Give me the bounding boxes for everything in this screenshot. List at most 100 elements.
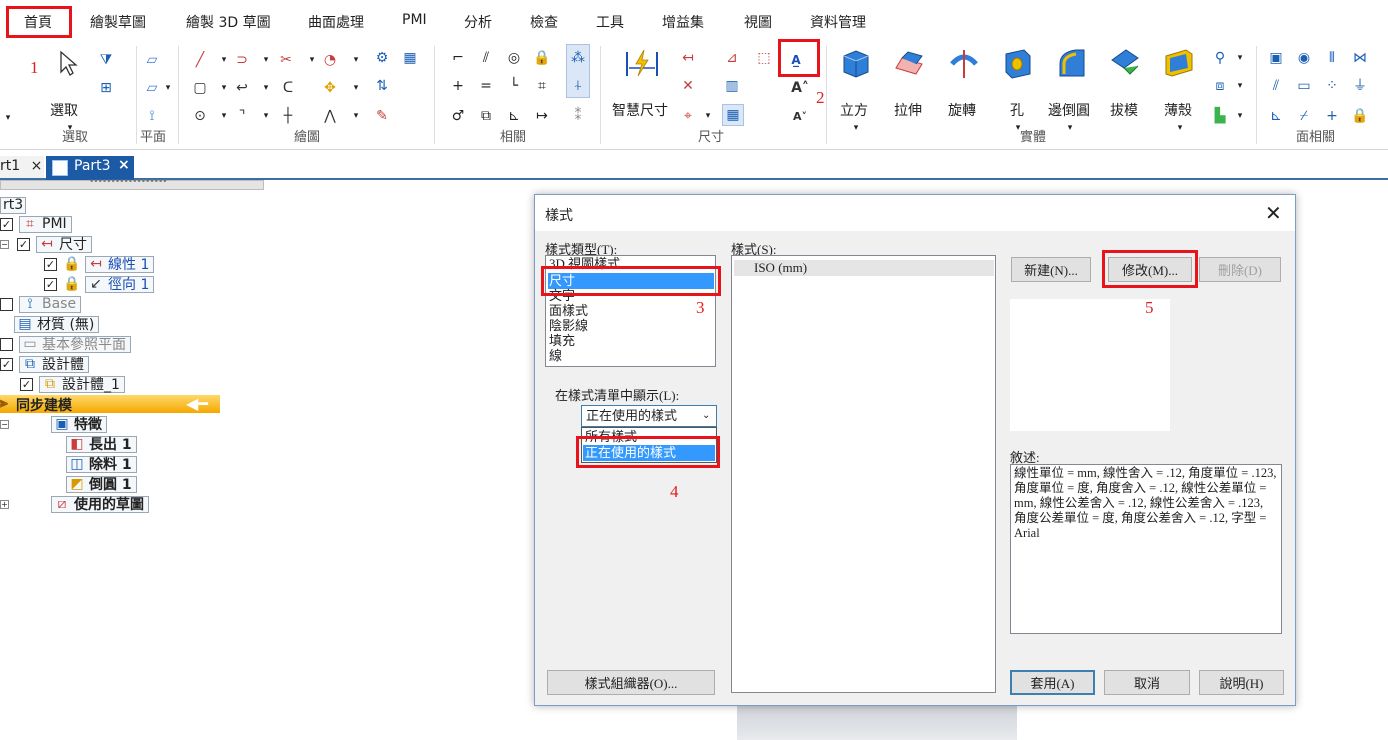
- offset-face-icon[interactable]: ⏚: [1352, 78, 1368, 94]
- style-type-item[interactable]: 3D 視圖樣式: [549, 257, 620, 271]
- coordinate-system-icon[interactable]: ⟟: [144, 108, 160, 124]
- apply-button[interactable]: 套用(A): [1010, 670, 1095, 695]
- lock-icon[interactable]: 🔒: [533, 50, 550, 66]
- cube-icon[interactable]: [838, 46, 872, 80]
- add-relation-icon[interactable]: +: [1324, 108, 1340, 124]
- increase-font-icon[interactable]: A˄: [791, 80, 809, 96]
- round-icon[interactable]: [1054, 46, 1088, 80]
- chevron-down-icon[interactable]: ▾: [160, 80, 176, 96]
- move-icon[interactable]: ✥: [322, 80, 338, 96]
- menu-sketch[interactable]: 繪製草圖: [90, 12, 146, 32]
- project-icon[interactable]: ⚙: [374, 50, 390, 66]
- revolve-icon[interactable]: [946, 46, 980, 80]
- draft-label[interactable]: 拔模: [1110, 100, 1138, 120]
- extrude-icon[interactable]: [892, 46, 926, 80]
- delete-button[interactable]: 刪除(D): [1199, 257, 1281, 282]
- coplanar-icon[interactable]: ▣: [1268, 50, 1284, 66]
- cancel-button[interactable]: 取消: [1104, 670, 1190, 695]
- chevron-down-icon[interactable]: ▾: [0, 110, 16, 126]
- tree-used-sketches[interactable]: + ⧄ 使用的草圖: [0, 495, 149, 513]
- menu-view[interactable]: 視圖: [744, 12, 772, 32]
- tree-base[interactable]: ⟟ Base: [0, 295, 82, 313]
- plane-icon[interactable]: ▱: [144, 52, 160, 68]
- style-type-item[interactable]: 面樣式: [549, 304, 588, 318]
- chevron-down-icon[interactable]: ▾: [258, 80, 274, 96]
- fill-icon[interactable]: ◔: [322, 52, 338, 68]
- checkbox[interactable]: ✓: [44, 257, 57, 271]
- style-type-item[interactable]: 線: [549, 349, 562, 363]
- perpendicular-icon[interactable]: ⌐: [450, 50, 466, 66]
- pointer-icon[interactable]: [58, 50, 78, 76]
- menu-tools[interactable]: 工具: [596, 12, 624, 32]
- style-type-item[interactable]: 陰影線: [549, 319, 588, 333]
- style-organizer-button[interactable]: 樣式組織器(O)...: [547, 670, 715, 695]
- extrude-label[interactable]: 拉伸: [894, 100, 922, 120]
- rigid-set-icon[interactable]: ⌗: [534, 78, 550, 94]
- tangent-icon[interactable]: ♂: [450, 108, 466, 124]
- style-item[interactable]: ISO (mm): [754, 261, 807, 275]
- style-type-item[interactable]: 填充: [549, 334, 575, 348]
- tree-pmi[interactable]: ✓ ⌗ PMI: [0, 215, 72, 233]
- parallel-icon[interactable]: ⫽: [478, 50, 494, 66]
- chevron-down-icon[interactable]: ▾: [258, 52, 274, 68]
- modify-button[interactable]: 修改(M)...: [1108, 257, 1192, 282]
- chevron-down-icon[interactable]: ▾: [258, 108, 274, 124]
- style-type-item-selected[interactable]: 尺寸: [549, 274, 575, 288]
- chevron-down-icon[interactable]: ▾: [304, 52, 320, 68]
- close-icon[interactable]: ✕: [1265, 201, 1282, 225]
- new-button[interactable]: 新建(N)...: [1011, 257, 1091, 282]
- horizontal-vertical-icon[interactable]: └: [506, 78, 522, 94]
- mirror-icon[interactable]: ⋀: [322, 108, 338, 124]
- sync-modeling-bar[interactable]: ⫸ 同步建模 ◀━: [0, 394, 220, 414]
- checkbox[interactable]: ✓: [17, 237, 30, 251]
- checkbox[interactable]: [0, 297, 13, 311]
- chevron-down-icon[interactable]: ▾: [1232, 78, 1248, 94]
- mirror-body-icon[interactable]: ⧈: [1212, 78, 1228, 94]
- trim-icon[interactable]: ✂: [278, 52, 294, 68]
- collapse-icon[interactable]: −: [0, 419, 9, 429]
- menu-analyze[interactable]: 分析: [464, 12, 492, 32]
- collapse-arrow-icon[interactable]: ◀━: [186, 394, 208, 413]
- symmetric-icon[interactable]: ⧉: [478, 108, 494, 124]
- relationship-handles-icon[interactable]: ⁂: [570, 50, 586, 66]
- checkbox[interactable]: ✓: [20, 377, 33, 391]
- menu-inspect[interactable]: 檢查: [530, 12, 558, 32]
- rigid-face-icon[interactable]: ⌿: [1296, 108, 1312, 124]
- arrow-right-icon[interactable]: ↦: [534, 108, 550, 124]
- draft-icon[interactable]: [1108, 46, 1142, 80]
- dimension-style-icon[interactable]: A̲: [788, 52, 804, 68]
- round-label[interactable]: 邊倒圓: [1048, 100, 1090, 120]
- relationship-colors-icon[interactable]: ⁑: [570, 108, 586, 124]
- line-icon[interactable]: ╱: [192, 52, 208, 68]
- collapse-icon[interactable]: −: [0, 239, 9, 249]
- dropdown-option[interactable]: 所有樣式: [585, 430, 637, 444]
- menu-pmi[interactable]: PMI: [402, 12, 427, 28]
- tab-part1[interactable]: rt1 ×: [0, 156, 44, 178]
- chevron-down-icon[interactable]: ▾: [700, 108, 716, 124]
- parallel-face-icon[interactable]: ⫴: [1324, 50, 1340, 66]
- close-icon[interactable]: ×: [31, 158, 43, 174]
- tangent-face-icon[interactable]: ⫽: [1268, 78, 1284, 94]
- offset-icon[interactable]: ᑕ: [280, 80, 296, 96]
- thin-wall-icon[interactable]: [1162, 46, 1196, 80]
- perpendicular-face-icon[interactable]: ⊾: [1268, 108, 1284, 124]
- circle-icon[interactable]: ⊙: [192, 108, 208, 124]
- tree-protrusion-1[interactable]: ◧ 長出 1: [66, 435, 137, 453]
- checkbox[interactable]: [0, 337, 13, 351]
- pattern-icon[interactable]: ⚲: [1212, 50, 1228, 66]
- lock-face-icon[interactable]: 🔒: [1351, 108, 1368, 124]
- chamfer-icon[interactable]: ⌝: [234, 108, 250, 124]
- checkbox[interactable]: ✓: [0, 217, 13, 231]
- tree-root[interactable]: rt3: [0, 196, 27, 214]
- sketch-pen-icon[interactable]: ✎: [374, 108, 390, 124]
- hole-label[interactable]: 孔: [1010, 100, 1024, 120]
- show-in-list-select[interactable]: 正在使用的樣式 ⌄: [581, 405, 717, 427]
- tree-material[interactable]: ▤ 材質 (無): [14, 315, 100, 333]
- filter-icon[interactable]: ⧩: [98, 52, 114, 68]
- smart-dimension-icon[interactable]: [624, 48, 660, 80]
- help-button[interactable]: 說明(H): [1199, 670, 1284, 695]
- concentric-icon[interactable]: ◎: [506, 50, 522, 66]
- tree-linear-1[interactable]: ✓ 🔒 ↤ 線性 1: [44, 255, 155, 273]
- show-in-list-dropdown[interactable]: 所有樣式 正在使用的樣式: [581, 427, 717, 463]
- smart-dimension-label[interactable]: 智慧尺寸: [612, 100, 668, 120]
